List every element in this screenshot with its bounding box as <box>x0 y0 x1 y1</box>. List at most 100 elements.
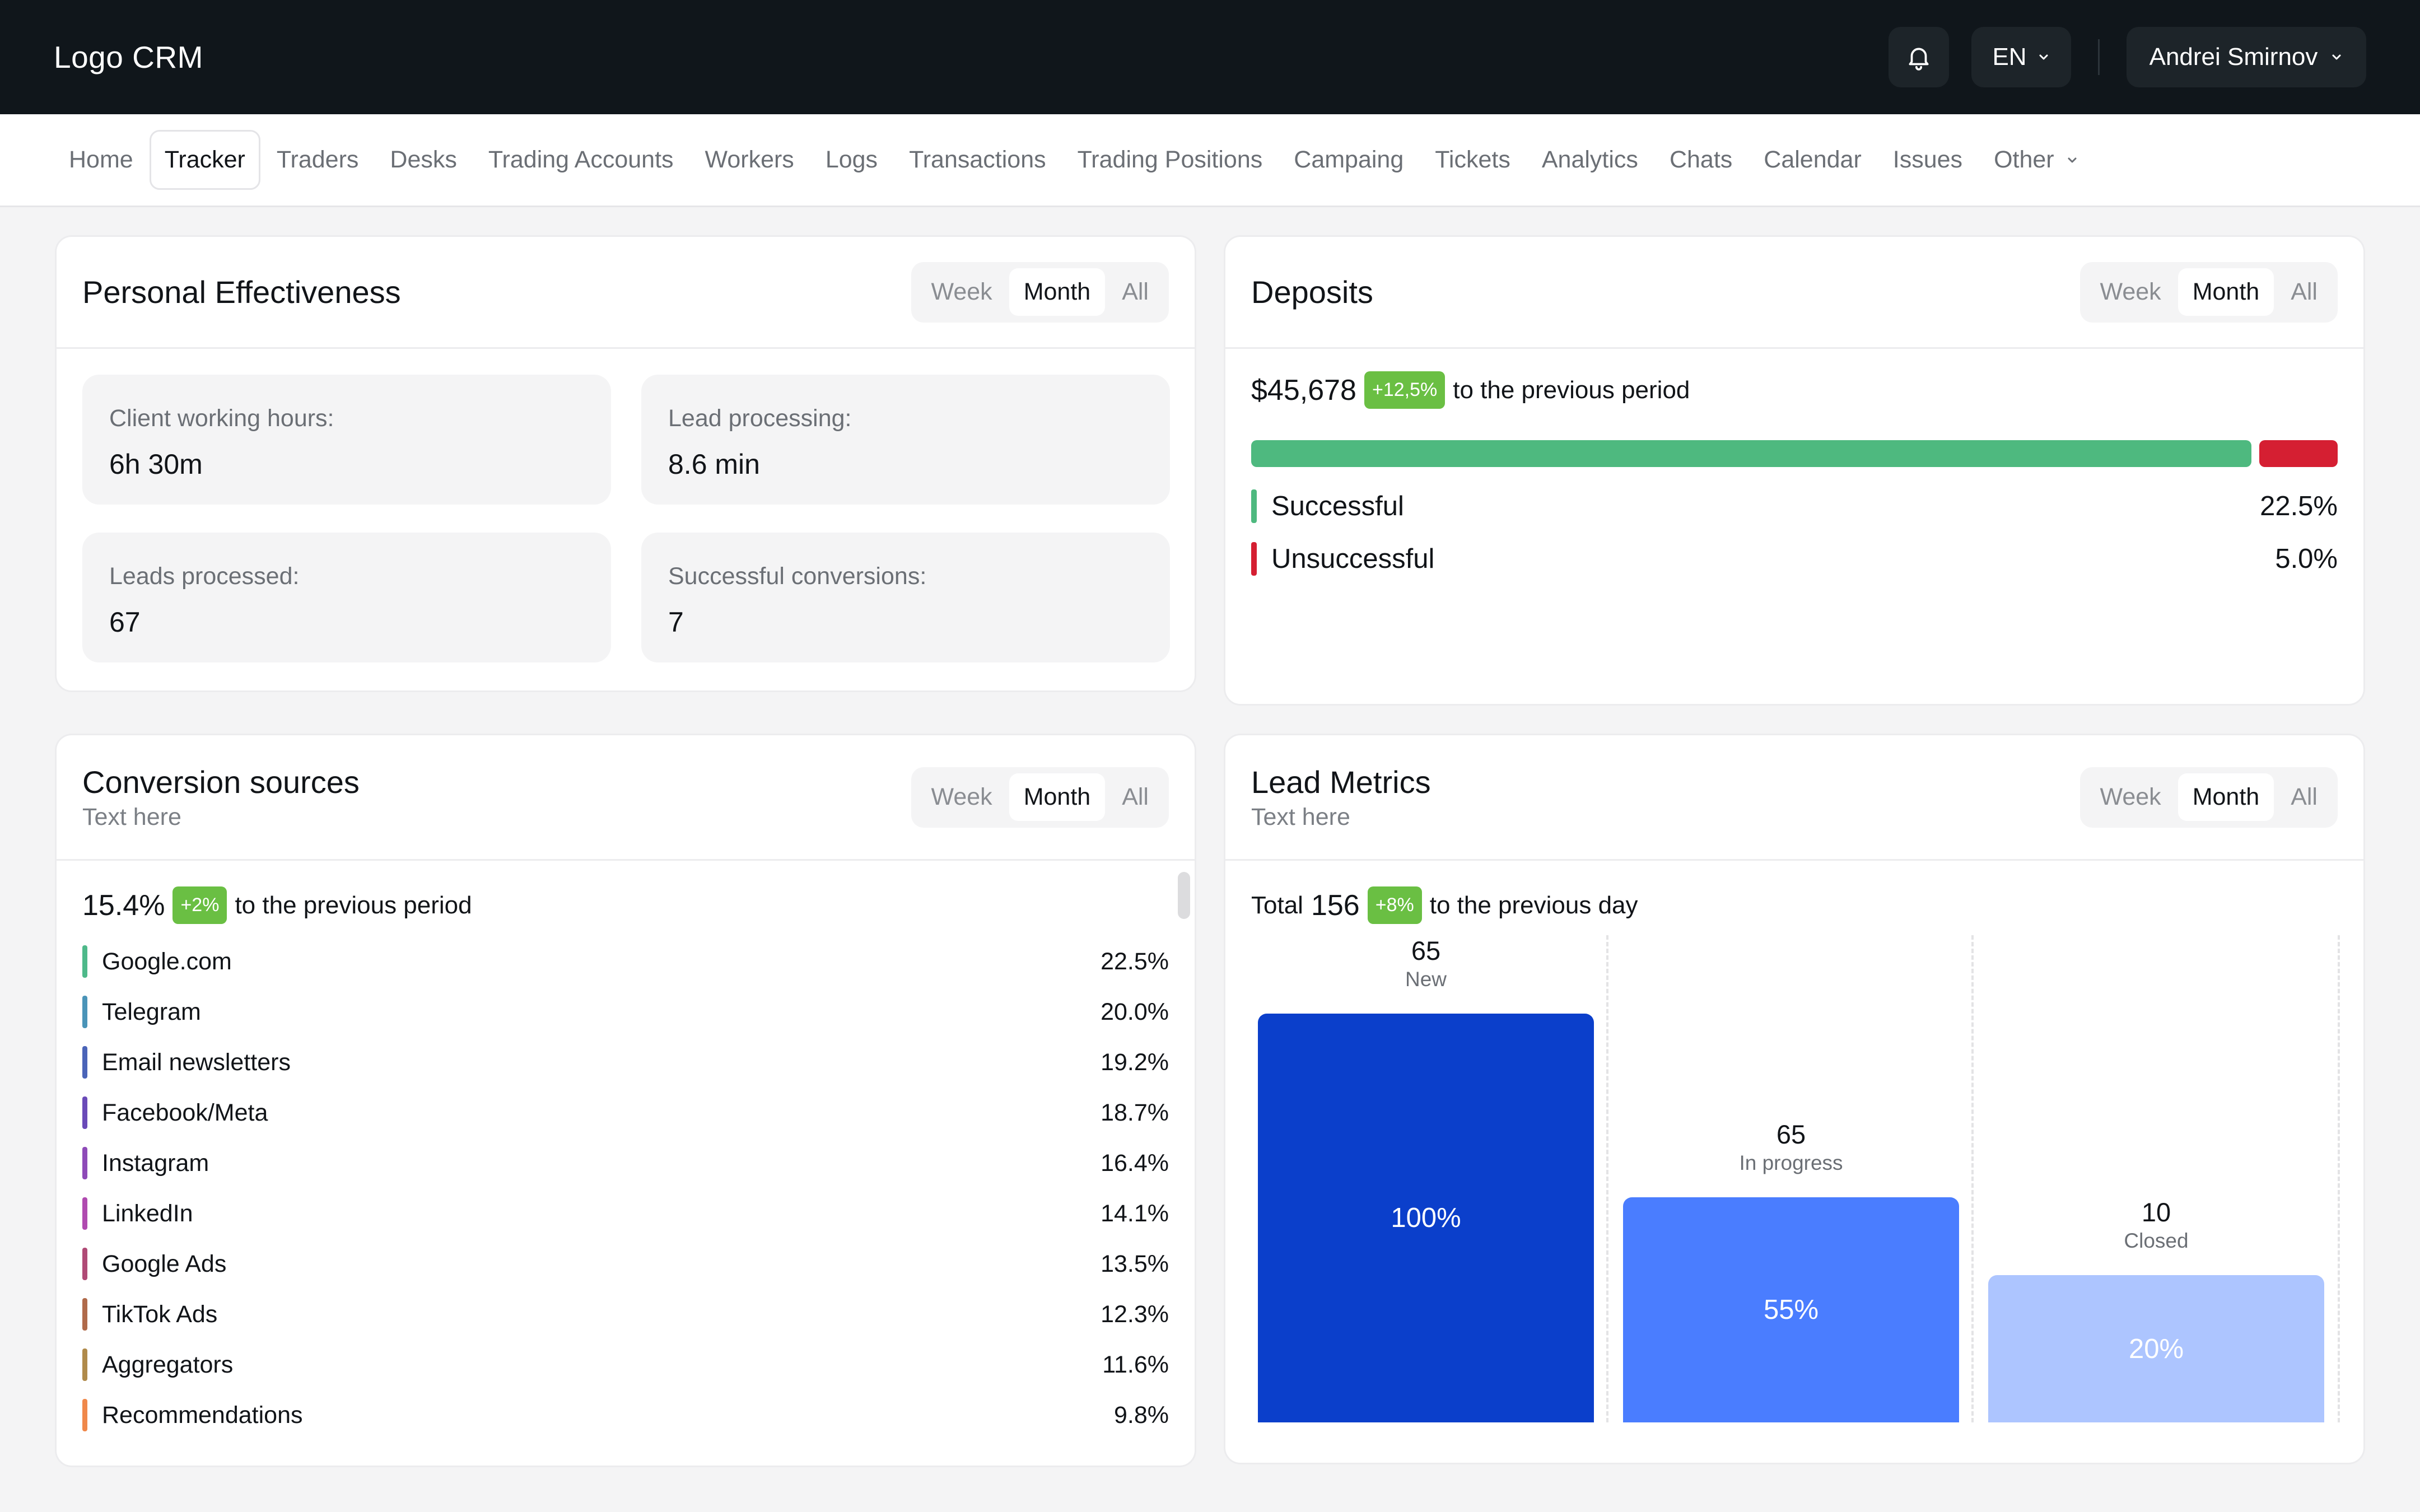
card-header: Deposits Week Month All <box>1225 237 2363 349</box>
bar-value-label: 65 <box>1776 1119 1806 1149</box>
chevron-down-icon <box>2332 54 2341 60</box>
stat-label: Leads processed: <box>109 563 300 590</box>
source-value: 13.5% <box>1101 1250 1169 1277</box>
card-heading: Lead Metrics Text here <box>1251 764 1431 831</box>
scrollbar[interactable] <box>1178 872 1190 919</box>
legend-value: 5.0% <box>2275 544 2338 574</box>
nav-item-workers[interactable]: Workers <box>690 130 809 190</box>
source-name: TikTok Ads <box>102 1300 218 1328</box>
period-week-button[interactable]: Week <box>917 268 1007 316</box>
source-name: Instagram <box>102 1149 209 1177</box>
user-name: Andrei Smirnov <box>2149 43 2318 71</box>
language-selector[interactable]: EN <box>1971 27 2071 87</box>
deposits-progress-bar <box>1251 440 2338 467</box>
user-menu[interactable]: Andrei Smirnov <box>2127 27 2366 87</box>
successful-bar-segment <box>1251 440 2251 467</box>
nav-item-trading-positions[interactable]: Trading Positions <box>1062 130 1278 190</box>
stat-label: Successful conversions: <box>668 563 927 590</box>
card-subtitle: Text here <box>82 803 181 830</box>
period-month-button[interactable]: Month <box>2177 268 2274 316</box>
nav-item-logs[interactable]: Logs <box>810 130 893 190</box>
period-week-button[interactable]: Week <box>917 773 1007 821</box>
nav-item-chats[interactable]: Chats <box>1654 130 1747 190</box>
lead-metrics-card: Lead Metrics Text here Week Month All To… <box>1224 734 2365 1464</box>
deposits-amount: $45,678 <box>1251 374 1356 407</box>
bar-column: 10 Closed 20% <box>1988 1197 2324 1422</box>
nav-item-other-label: Other <box>1994 146 2054 173</box>
nav-item-other[interactable]: Other <box>1979 130 2094 190</box>
nav-item-calendar[interactable]: Calendar <box>1748 130 1877 190</box>
card-header: Lead Metrics Text here Week Month All <box>1225 735 2363 861</box>
nav-item-tracker[interactable]: Tracker <box>149 130 260 190</box>
stat-value: 8.6 min <box>668 449 760 480</box>
period-all-button[interactable]: All <box>1107 268 1163 316</box>
bar-column: 65 New 100% <box>1258 935 1594 1422</box>
source-value: 11.6% <box>1102 1351 1169 1378</box>
nav-item-tickets[interactable]: Tickets <box>1420 130 1526 190</box>
stat-label: Lead processing: <box>668 405 852 432</box>
source-row: TikTok Ads 12.3% <box>82 1289 1169 1340</box>
stat-tile: Successful conversions: 7 <box>641 533 1170 662</box>
source-color-marker <box>82 1399 87 1431</box>
source-color-marker <box>82 1348 87 1381</box>
period-month-button[interactable]: Month <box>1009 773 1106 821</box>
personal-effectiveness-card: Personal Effectiveness Week Month All Cl… <box>55 235 1196 692</box>
source-list: Google.com 22.5% Telegram 20.0% Email newsle… <box>82 936 1169 1440</box>
nav-item-transactions[interactable]: Transactions <box>894 130 1061 190</box>
deposits-summary: $45,678 +12,5% to the previous period <box>1251 371 2338 409</box>
conversion-value: 15.4% <box>82 889 165 922</box>
bar[interactable]: 100% <box>1258 1014 1594 1422</box>
period-selector: Week Month All <box>2079 262 2338 323</box>
top-bar: Logo CRM EN Andrei Smirnov <box>0 0 2420 114</box>
stat-label: Client working hours: <box>109 405 334 432</box>
nav-item-traders[interactable]: Traders <box>262 130 374 190</box>
period-all-button[interactable]: All <box>2276 268 2332 316</box>
notifications-button[interactable] <box>1889 27 1949 87</box>
source-row: Facebook/Meta 18.7% <box>82 1088 1169 1138</box>
bar-category-label: In progress <box>1739 1151 1843 1174</box>
source-row: LinkedIn 14.1% <box>82 1188 1169 1239</box>
legend-label: Successful <box>1271 491 1404 521</box>
nav-item-home[interactable]: Home <box>54 130 148 190</box>
bar[interactable]: 55% <box>1623 1197 1959 1422</box>
chart-gridline <box>2338 935 2340 1422</box>
period-selector: Week Month All <box>911 262 1169 323</box>
total-value: 156 <box>1311 889 1360 922</box>
nav-item-campaing[interactable]: Campaing <box>1279 130 1419 190</box>
legend-marker <box>1251 542 1257 576</box>
bar-value-label: 10 <box>2141 1197 2171 1227</box>
card-header: Personal Effectiveness Week Month All <box>57 237 1195 349</box>
bar-value-label: 65 <box>1411 936 1441 965</box>
source-color-marker <box>82 945 87 978</box>
source-row: Email newsletters 19.2% <box>82 1037 1169 1088</box>
period-month-button[interactable]: Month <box>1009 268 1106 316</box>
source-color-marker <box>82 1147 87 1179</box>
conversion-body: 15.4% +2% to the previous period Google.… <box>57 861 1195 1440</box>
change-badge: +2% <box>172 886 227 924</box>
source-value: 19.2% <box>1101 1048 1169 1076</box>
source-color-marker <box>82 1197 87 1230</box>
chevron-down-icon <box>2039 54 2048 60</box>
card-title: Lead Metrics <box>1251 764 1431 800</box>
period-all-button[interactable]: All <box>1107 773 1163 821</box>
period-week-button[interactable]: Week <box>2086 773 2176 821</box>
conversion-summary: 15.4% +2% to the previous period <box>82 886 1169 924</box>
language-label: EN <box>1992 43 2027 71</box>
period-week-button[interactable]: Week <box>2086 268 2176 316</box>
source-color-marker <box>82 996 87 1028</box>
source-name: Telegram <box>102 998 201 1025</box>
stat-tile: Client working hours: 6h 30m <box>82 375 611 505</box>
chart-gridline <box>1971 935 1974 1422</box>
stats-grid: Client working hours: 6h 30m Lead proces… <box>57 349 1195 688</box>
nav-item-desks[interactable]: Desks <box>375 130 472 190</box>
period-month-button[interactable]: Month <box>2177 773 2274 821</box>
nav-item-issues[interactable]: Issues <box>1878 130 1978 190</box>
period-all-button[interactable]: All <box>2276 773 2332 821</box>
bar[interactable]: 20% <box>1988 1275 2324 1422</box>
source-value: 22.5% <box>1101 948 1169 975</box>
nav-item-analytics[interactable]: Analytics <box>1527 130 1653 190</box>
source-name: LinkedIn <box>102 1200 193 1227</box>
source-value: 12.3% <box>1101 1300 1169 1328</box>
nav-item-trading-accounts[interactable]: Trading Accounts <box>473 130 689 190</box>
app-logo[interactable]: Logo CRM <box>54 39 203 75</box>
